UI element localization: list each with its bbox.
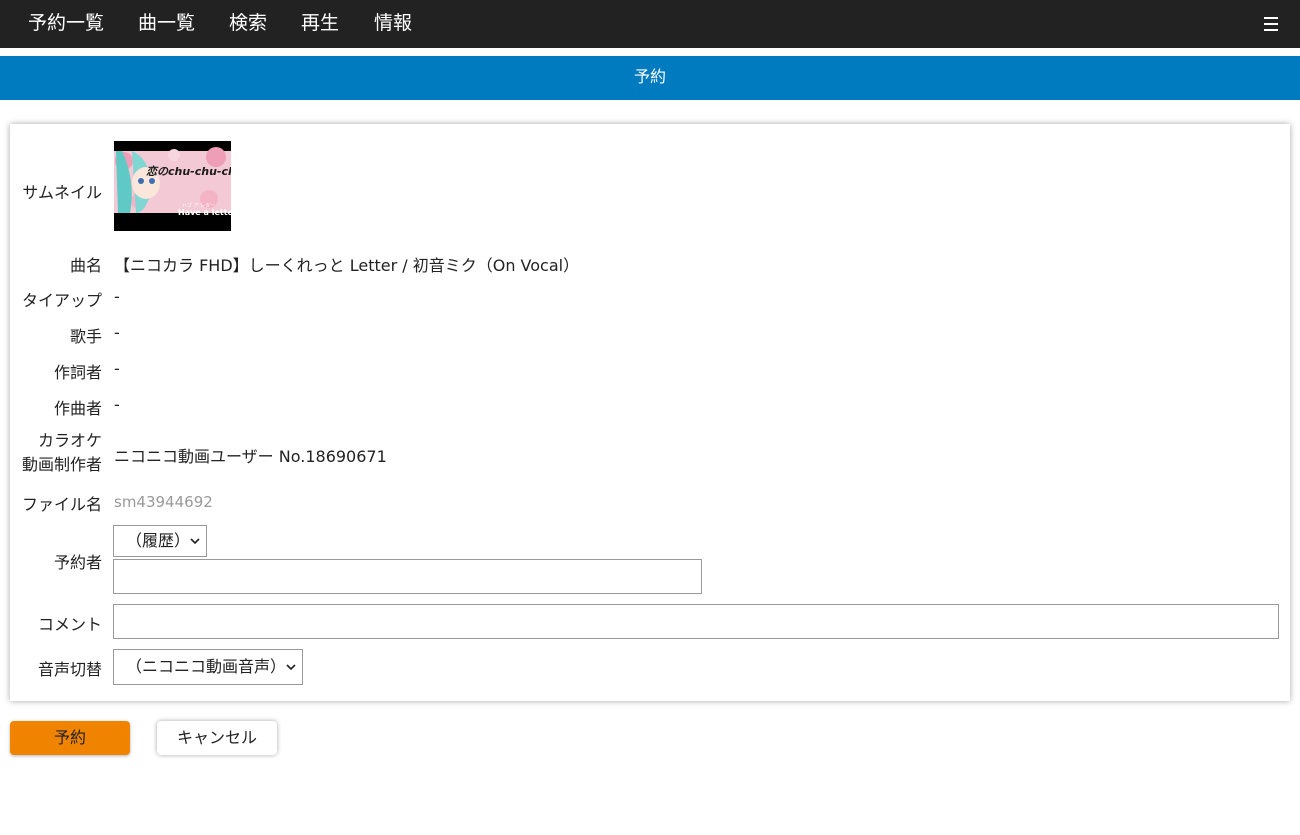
chevron-down-icon — [286, 664, 296, 671]
singer-value: - — [114, 323, 120, 342]
lyricist-label: 作詞者 — [53, 363, 102, 382]
tieup-label: タイアップ — [21, 291, 102, 310]
nav-item-reservation-list[interactable]: 予約一覧 — [28, 0, 104, 48]
karaoke-maker-label: カラオケ 動画制作者 — [22, 429, 102, 477]
thumbnail-subtitle-text: Have a letter — [178, 208, 231, 217]
page-title: 予約 — [0, 56, 1300, 100]
comment-input[interactable] — [113, 604, 1279, 639]
audio-select[interactable]: （ニコニコ動画音声） — [113, 649, 303, 685]
reservation-form-card: サムネイル 恋のchu-chu-ch ハブ ア レター Have a lette… — [10, 124, 1290, 701]
comment-label: コメント — [37, 615, 102, 634]
thumbnail-image: 恋のchu-chu-ch ハブ ア レター Have a letter — [114, 141, 231, 231]
karaoke-maker-label-line1: カラオケ — [37, 431, 102, 450]
history-select[interactable]: （履歴） — [113, 525, 207, 557]
karaoke-maker-label-line2: 動画制作者 — [21, 455, 102, 474]
top-navbar: 予約一覧 曲一覧 検索 再生 情報 — [0, 0, 1300, 48]
thumbnail-art — [114, 141, 231, 231]
nav-item-info[interactable]: 情報 — [374, 0, 412, 48]
lyricist-value: - — [114, 359, 120, 378]
audio-select-value: （ニコニコ動画音声） — [126, 657, 287, 676]
requester-label: 予約者 — [53, 553, 102, 572]
thumbnail-title-text: 恋のchu-chu-ch — [146, 165, 231, 178]
filename-label: ファイル名 — [21, 495, 102, 514]
song-value: 【ニコカラ FHD】しーくれっと Letter / 初音ミク（On Vocal） — [114, 256, 580, 275]
cancel-button[interactable]: キャンセル — [157, 721, 277, 755]
chevron-down-icon — [190, 538, 200, 545]
requester-input[interactable] — [113, 559, 702, 594]
tieup-value: - — [114, 287, 120, 306]
karaoke-maker-value: ニコニコ動画ユーザー No.18690671 — [114, 447, 387, 466]
nav-item-search[interactable]: 検索 — [229, 0, 267, 48]
audio-label: 音声切替 — [37, 660, 102, 679]
singer-label: 歌手 — [69, 327, 102, 346]
nav-item-play[interactable]: 再生 — [301, 0, 339, 48]
hamburger-icon[interactable] — [1262, 14, 1280, 32]
song-label: 曲名 — [69, 256, 102, 275]
filename-value: sm43944692 — [114, 493, 213, 511]
nav-item-song-list[interactable]: 曲一覧 — [138, 0, 195, 48]
composer-label: 作曲者 — [53, 399, 102, 418]
thumbnail-label: サムネイル — [22, 183, 102, 202]
history-select-value: （履歴） — [126, 531, 191, 550]
composer-value: - — [114, 395, 120, 414]
reserve-button[interactable]: 予約 — [10, 721, 130, 755]
